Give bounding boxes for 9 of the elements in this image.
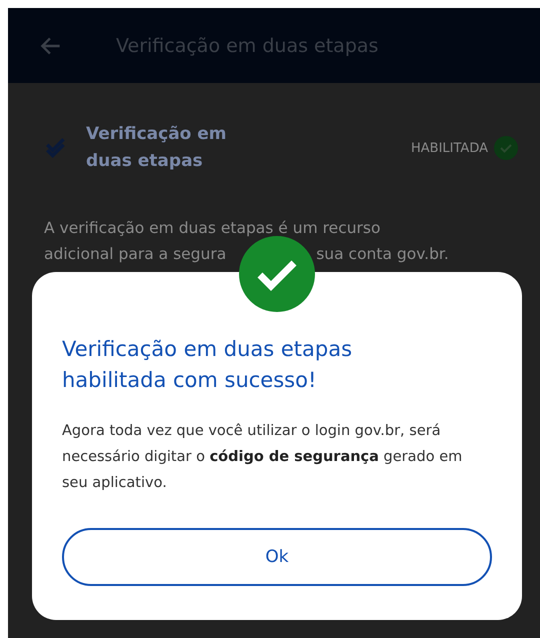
- setting-title: Verificação em duas etapas: [86, 123, 228, 173]
- description-text: A verificação em duas etapas é um recurso: [44, 218, 382, 239]
- ok-button[interactable]: Ok: [62, 528, 492, 586]
- description-text: adicional para a segura: [44, 244, 226, 265]
- status-label: HABILITADA: [411, 140, 488, 156]
- app-bar-title: Verificação em duas etapas: [116, 34, 378, 56]
- dialog-message: Agora toda vez que você utilizar o login gov.br, será necessário digitar o código de segurança gerado em seu aplicativo.: [62, 422, 464, 493]
- dialog-title: Verificação em duas etapas habilitada com sucesso!: [62, 336, 354, 394]
- description-text: sua conta gov.br.: [316, 244, 449, 265]
